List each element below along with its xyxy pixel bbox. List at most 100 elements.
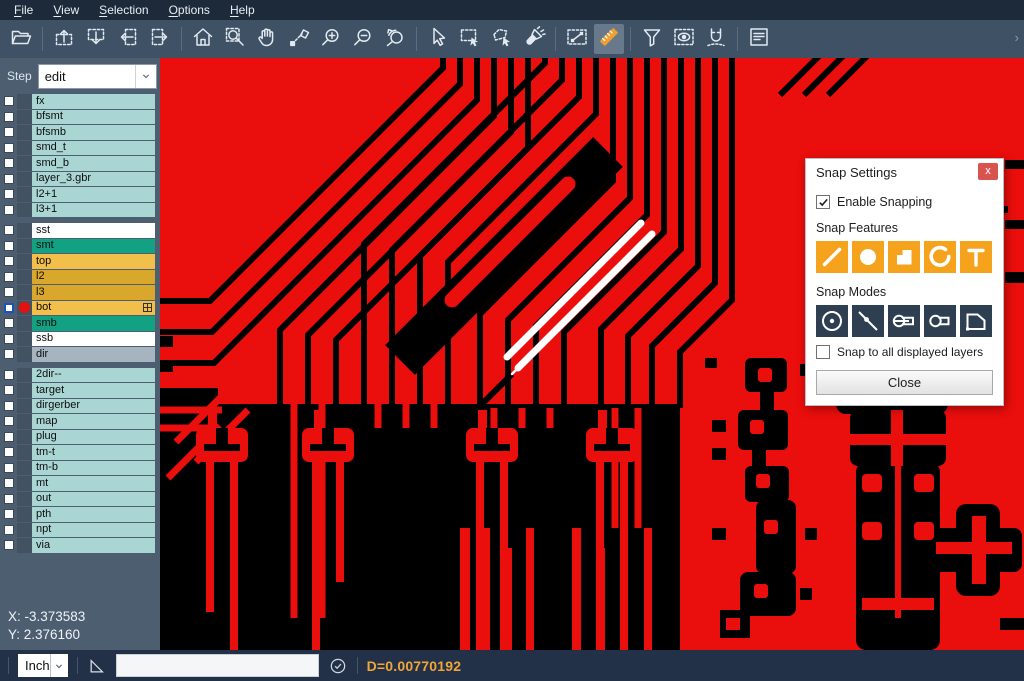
- layer-row-map[interactable]: map: [0, 414, 160, 429]
- layer-checkbox[interactable]: [4, 401, 14, 411]
- layer-label[interactable]: bfsmt: [32, 110, 155, 125]
- menu-view[interactable]: View: [43, 1, 89, 20]
- snap-mode-pad-axis-button[interactable]: [888, 305, 920, 337]
- layer-row-layer_3.gbr[interactable]: layer_3.gbr: [0, 172, 160, 187]
- close-button[interactable]: Close: [816, 370, 993, 395]
- refresh-check-icon[interactable]: [328, 656, 348, 676]
- layer-row-top[interactable]: top: [0, 254, 160, 269]
- layer-checkbox[interactable]: [4, 287, 14, 297]
- snap-mode-on-element-button[interactable]: [852, 305, 884, 337]
- layer-row-mt[interactable]: mt: [0, 476, 160, 491]
- layer-row-dir[interactable]: dir: [0, 347, 160, 362]
- layer-label[interactable]: npt: [32, 523, 155, 538]
- layer-row-bfsmb[interactable]: bfsmb: [0, 125, 160, 140]
- layer-row-smd_b[interactable]: smd_b: [0, 156, 160, 171]
- zoom-window-button[interactable]: [220, 24, 250, 54]
- layer-label[interactable]: smd_b: [32, 156, 155, 171]
- layer-checkbox[interactable]: [4, 112, 14, 122]
- layer-label[interactable]: dir: [32, 347, 155, 362]
- layer-row-plug[interactable]: plug: [0, 430, 160, 445]
- measure-ruler-button[interactable]: [594, 24, 624, 54]
- unit-dropdown[interactable]: Inch: [18, 654, 68, 677]
- menu-selection[interactable]: Selection: [89, 1, 158, 20]
- layer-row-tm-t[interactable]: tm-t: [0, 445, 160, 460]
- layer-checkbox[interactable]: [4, 158, 14, 168]
- layer-checkbox[interactable]: [4, 96, 14, 106]
- snap-feature-surface-button[interactable]: [888, 241, 920, 273]
- select-rectangle-button[interactable]: [455, 24, 485, 54]
- layer-label[interactable]: fx: [32, 94, 155, 109]
- step-dropdown[interactable]: edit: [38, 64, 157, 89]
- layer-label[interactable]: 2dir--: [32, 368, 155, 383]
- layer-label[interactable]: mt: [32, 476, 155, 491]
- snap-mode-contour-button[interactable]: [960, 305, 992, 337]
- clean-tool-button[interactable]: [519, 24, 549, 54]
- layer-row-2dir--[interactable]: 2dir--: [0, 368, 160, 383]
- layer-label[interactable]: l2+1: [32, 187, 155, 202]
- snap-all-layers-checkbox[interactable]: [816, 345, 830, 359]
- layer-label[interactable]: smt: [32, 239, 155, 254]
- snap-mode-pad-outline-button[interactable]: [924, 305, 956, 337]
- layer-row-pth[interactable]: pth: [0, 507, 160, 522]
- layer-label[interactable]: top: [32, 254, 155, 269]
- layer-label[interactable]: smd_t: [32, 141, 155, 156]
- layer-label[interactable]: dirgerber: [32, 399, 155, 414]
- layer-checkbox[interactable]: [4, 334, 14, 344]
- open-file-button[interactable]: [6, 24, 36, 54]
- layer-checkbox[interactable]: [4, 416, 14, 426]
- menu-options[interactable]: Options: [159, 1, 220, 20]
- layer-row-npt[interactable]: npt: [0, 523, 160, 538]
- enable-snapping-checkbox[interactable]: [816, 195, 830, 209]
- layer-row-via[interactable]: via: [0, 538, 160, 553]
- zoom-in-button[interactable]: [316, 24, 346, 54]
- report-list-button[interactable]: [744, 24, 774, 54]
- filter-button[interactable]: [637, 24, 667, 54]
- layer-label[interactable]: l2: [32, 270, 155, 285]
- layer-checkbox[interactable]: [4, 494, 14, 504]
- view-options-button[interactable]: [669, 24, 699, 54]
- measure-distance-button[interactable]: [562, 24, 592, 54]
- layer-checkbox[interactable]: [4, 447, 14, 457]
- select-pointer-button[interactable]: [423, 24, 453, 54]
- layer-label[interactable]: ssb: [32, 332, 155, 347]
- layer-label[interactable]: bfsmb: [32, 125, 155, 140]
- layer-row-fx[interactable]: fx: [0, 94, 160, 109]
- snap-feature-line-button[interactable]: [816, 241, 848, 273]
- layer-checkbox[interactable]: [4, 225, 14, 235]
- layer-checkbox[interactable]: [4, 478, 14, 488]
- layer-row-sst[interactable]: sst: [0, 223, 160, 238]
- layer-row-l2+1[interactable]: l2+1: [0, 187, 160, 202]
- layer-checkbox[interactable]: [4, 463, 14, 473]
- layer-row-l2[interactable]: l2: [0, 270, 160, 285]
- layer-label[interactable]: target: [32, 383, 155, 398]
- zoom-out-button[interactable]: [348, 24, 378, 54]
- enable-snapping-row[interactable]: Enable Snapping: [816, 195, 993, 209]
- layer-checkbox[interactable]: [4, 525, 14, 535]
- layer-checkbox[interactable]: [4, 432, 14, 442]
- layer-row-l3[interactable]: l3: [0, 285, 160, 300]
- layer-checkbox[interactable]: [4, 318, 14, 328]
- layer-checkbox[interactable]: [4, 370, 14, 380]
- layer-row-smt[interactable]: smt: [0, 239, 160, 254]
- zoom-home-button[interactable]: [188, 24, 218, 54]
- snap-settings-button[interactable]: [701, 24, 731, 54]
- layer-checkbox[interactable]: [4, 189, 14, 199]
- menu-help[interactable]: Help: [220, 1, 265, 20]
- layer-label[interactable]: pth: [32, 507, 155, 522]
- zoom-previous-button[interactable]: [380, 24, 410, 54]
- toolbar-overflow-chevron[interactable]: ›: [1015, 30, 1019, 45]
- menu-file[interactable]: File: [4, 1, 43, 20]
- layer-checkbox[interactable]: [4, 256, 14, 266]
- layer-label[interactable]: l3+1: [32, 203, 155, 218]
- layer-label[interactable]: plug: [32, 430, 155, 445]
- measure-input[interactable]: [116, 654, 319, 677]
- snap-feature-text-button[interactable]: [960, 241, 992, 273]
- angle-icon[interactable]: [87, 656, 107, 676]
- snap-dialog-titlebar[interactable]: Snap Settings x: [806, 159, 1003, 185]
- layer-label[interactable]: bot: [32, 301, 155, 316]
- scroll-down-button[interactable]: [81, 24, 111, 54]
- layer-label[interactable]: map: [32, 414, 155, 429]
- layer-row-l3+1[interactable]: l3+1: [0, 203, 160, 218]
- layer-label[interactable]: smb: [32, 316, 155, 331]
- layer-row-out[interactable]: out: [0, 492, 160, 507]
